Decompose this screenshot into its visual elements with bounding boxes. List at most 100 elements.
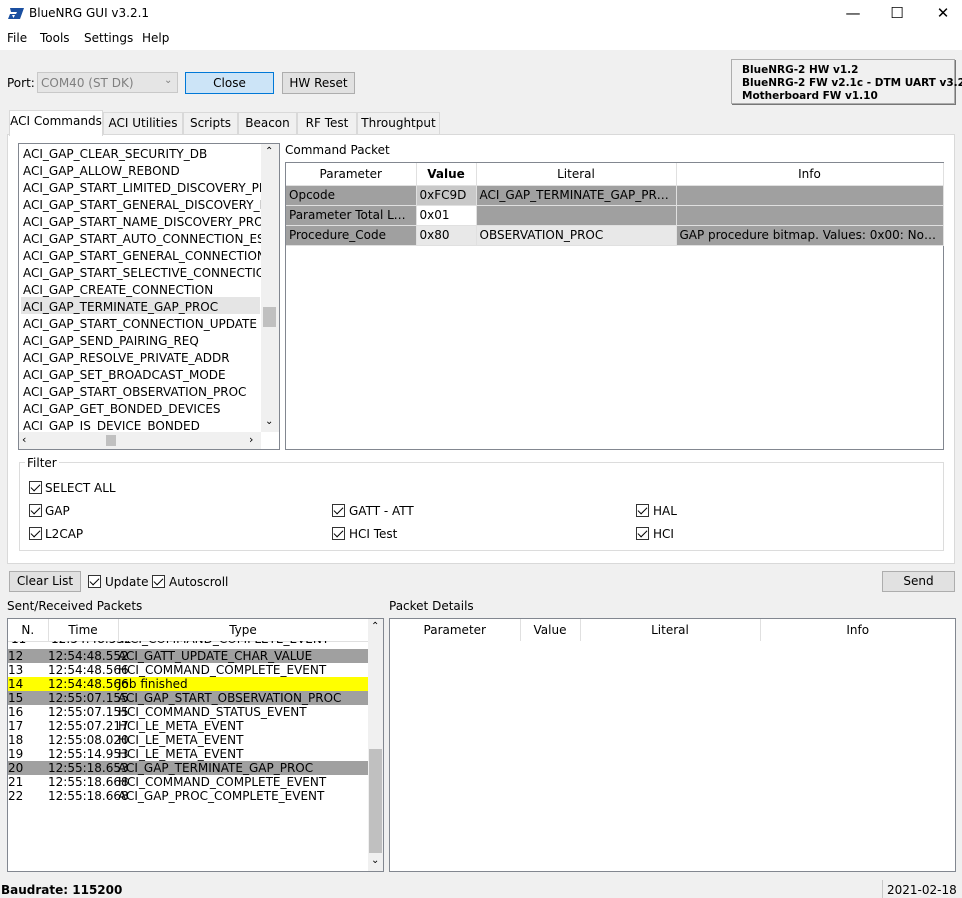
minimize-button[interactable]: — — [830, 0, 876, 28]
list-item[interactable]: ACI_GAP_START_SELECTIVE_CONNECTION_E — [23, 265, 279, 282]
tab-aci-utilities[interactable]: ACI Utilities — [103, 112, 183, 134]
col-info: Info — [846, 623, 870, 637]
table-row[interactable]: 12 12:54:48.552 ACI_GATT_UPDATE_CHAR_VALUE — [8, 649, 368, 663]
list-item[interactable]: ACI_GAP_START_GENERAL_CONNECTION_ES — [23, 248, 279, 265]
chevron-left-icon: ‹ — [22, 433, 27, 446]
hci-label: HCI — [653, 527, 674, 541]
command-list-vscroll[interactable]: ⌃ ⌄ — [261, 144, 279, 432]
port-select[interactable]: COM40 (ST DK) ⌄ — [37, 72, 178, 93]
list-item[interactable]: ACI_GAP_START_AUTO_CONNECTION_ESTA — [23, 231, 279, 248]
menu-help[interactable]: Help — [142, 31, 169, 45]
hal-checkbox[interactable] — [636, 504, 649, 517]
table-row[interactable]: Parameter Total Length 0x01 — [286, 205, 944, 226]
table-row[interactable]: 19 12:55:14.953 HCI_LE_META_EVENT — [8, 747, 368, 761]
col-time: Time — [48, 619, 119, 642]
time-cell: 12:55:14.953 — [48, 747, 129, 761]
col-info: Info — [676, 163, 944, 186]
gatt-att-checkbox[interactable] — [332, 504, 345, 517]
vscroll-thumb[interactable] — [263, 307, 276, 327]
n-cell: 13 — [8, 663, 24, 677]
time-cell: 12:55:18.668 — [48, 775, 129, 789]
info-cell: GAP procedure bitmap. Values: 0x00: No e… — [676, 225, 944, 246]
list-item[interactable]: ACI_GAP_START_CONNECTION_UPDATE — [23, 316, 257, 333]
table-row[interactable]: 20 12:55:18.653 ACI_GAP_TERMINATE_GAP_PROC — [8, 761, 368, 775]
time-cell: 12:55:18.668 — [48, 789, 129, 803]
packets-table[interactable]: N. Time Type 1112:54:48.552HCI_COMMAND_C… — [7, 618, 384, 872]
col-parameter: Parameter — [390, 619, 521, 641]
menu-settings[interactable]: Settings — [84, 31, 133, 45]
table-row[interactable]: Procedure_Code 0x80 OBSERVATION_PROC GAP… — [286, 225, 944, 246]
list-item[interactable]: ACI_GAP_RESOLVE_PRIVATE_ADDR — [23, 350, 230, 367]
select-all-label: SELECT ALL — [45, 481, 116, 495]
table-row[interactable]: 18 12:55:08.020 HCI_LE_META_EVENT — [8, 733, 368, 747]
chevron-down-icon: ⌄ — [265, 416, 274, 427]
list-item[interactable]: ACI_GAP_SEND_PAIRING_REQ — [23, 333, 199, 350]
list-item[interactable]: ACI_GAP_START_LIMITED_DISCOVERY_PROC — [23, 180, 279, 197]
param-cell: Opcode — [286, 185, 417, 206]
hci-test-checkbox[interactable] — [332, 527, 345, 540]
tab-rf-test[interactable]: RF Test — [297, 112, 357, 134]
time-cell: 12:55:07.217 — [48, 719, 129, 733]
table-row[interactable]: 22 12:55:18.668 ACI_GAP_PROC_COMPLETE_EVEN… — [8, 789, 368, 803]
tab-aci-commands[interactable]: ACI Commands — [9, 110, 103, 136]
time-cell: 12:55:08.020 — [48, 733, 129, 747]
status-divider — [882, 880, 883, 898]
command-list[interactable]: ACI_GAP_CLEAR_SECURITY_DB ACI_GAP_ALLOW_R… — [18, 143, 280, 450]
table-row[interactable]: 16 12:55:07.155 HCI_COMMAND_STATUS_EVENT — [8, 705, 368, 719]
time-cell: 12:55:07.155 — [48, 705, 129, 719]
table-row[interactable]: 14 12:54:48.566 Job finished — [8, 677, 368, 691]
list-item[interactable]: ACI_GAP_SET_BROADCAST_MODE — [23, 367, 226, 384]
n-cell: 18 — [8, 733, 24, 747]
packet-details-title: Packet Details — [389, 599, 474, 613]
time-cell: 12:54:48.552 — [48, 641, 132, 649]
table-row[interactable]: 13 12:54:48.566 HCI_COMMAND_COMPLETE_EVENT — [8, 663, 368, 677]
type-cell: HCI_LE_META_EVENT — [118, 719, 244, 733]
list-item[interactable]: ACI_GAP_ALLOW_REBOND — [23, 163, 180, 180]
table-row[interactable]: 15 12:55:07.155 ACI_GAP_START_OBSERVATION_… — [8, 691, 368, 705]
list-item[interactable]: ACI_GAP_TERMINATE_GAP_PROC — [23, 299, 218, 316]
close-port-button[interactable]: Close — [185, 72, 274, 94]
gap-checkbox[interactable] — [29, 504, 42, 517]
packets-vscroll[interactable]: ⌃ ⌄ — [368, 619, 383, 871]
send-button[interactable]: Send — [882, 571, 955, 592]
table-row[interactable]: 17 12:55:07.217 HCI_LE_META_EVENT — [8, 719, 368, 733]
col-type: Type — [118, 619, 369, 642]
type-cell: Job finished — [118, 677, 368, 691]
table-row[interactable]: Opcode 0xFC9D ACI_GAP_TERMINATE_GAP_PROC — [286, 185, 944, 206]
table-row[interactable]: 21 12:55:18.668 HCI_COMMAND_COMPLETE_EVENT — [8, 775, 368, 789]
list-item[interactable]: ACI_GAP_START_OBSERVATION_PROC — [23, 384, 246, 401]
menu-tools[interactable]: Tools — [40, 31, 70, 45]
hci-checkbox[interactable] — [636, 527, 649, 540]
col-parameter: Parameter — [286, 163, 417, 186]
maximize-button[interactable]: ☐ — [874, 0, 920, 28]
n-cell: 15 — [8, 691, 48, 705]
hscroll-thumb[interactable] — [106, 435, 116, 446]
type-cell: ACI_GAP_PROC_COMPLETE_EVENT — [118, 789, 325, 803]
list-item[interactable]: ACI_GAP_CLEAR_SECURITY_DB — [23, 146, 207, 163]
menu-file[interactable]: File — [7, 31, 27, 45]
select-all-checkbox[interactable] — [29, 481, 42, 494]
tab-scripts[interactable]: Scripts — [183, 112, 238, 134]
value-cell[interactable]: 0x01 — [416, 205, 477, 226]
n-cell: 21 — [8, 775, 24, 789]
tab-throughtput[interactable]: Throughtput — [357, 112, 440, 134]
list-item[interactable]: ACI_GAP_CREATE_CONNECTION — [23, 282, 213, 299]
tab-beacon[interactable]: Beacon — [238, 112, 297, 134]
l2cap-checkbox[interactable] — [29, 527, 42, 540]
list-item[interactable]: ACI_GAP_START_NAME_DISCOVERY_PROC — [23, 214, 272, 231]
value-cell[interactable]: 0x80 — [416, 225, 477, 246]
list-item[interactable]: ACI_GAP_GET_BONDED_DEVICES — [23, 401, 221, 418]
packet-details-table[interactable]: Parameter Value Literal Info — [389, 618, 956, 872]
fw-version: BlueNRG-2 FW v2.1c - DTM UART v3.2.0 — [742, 77, 962, 89]
hci-test-label: HCI Test — [349, 527, 398, 541]
vscroll-thumb[interactable] — [369, 749, 382, 853]
autoscroll-checkbox[interactable] — [152, 575, 165, 588]
port-select-value: COM40 (ST DK) — [41, 76, 134, 90]
update-checkbox[interactable] — [88, 575, 101, 588]
type-cell: HCI_COMMAND_COMPLETE_EVENT — [118, 641, 368, 649]
clear-list-button[interactable]: Clear List — [9, 571, 81, 592]
list-item[interactable]: ACI_GAP_START_GENERAL_DISCOVERY_PRO — [23, 197, 279, 214]
close-window-button[interactable]: ✕ — [920, 0, 962, 28]
command-list-hscroll[interactable]: ‹ › — [19, 432, 261, 449]
hw-reset-button[interactable]: HW Reset — [282, 72, 355, 94]
